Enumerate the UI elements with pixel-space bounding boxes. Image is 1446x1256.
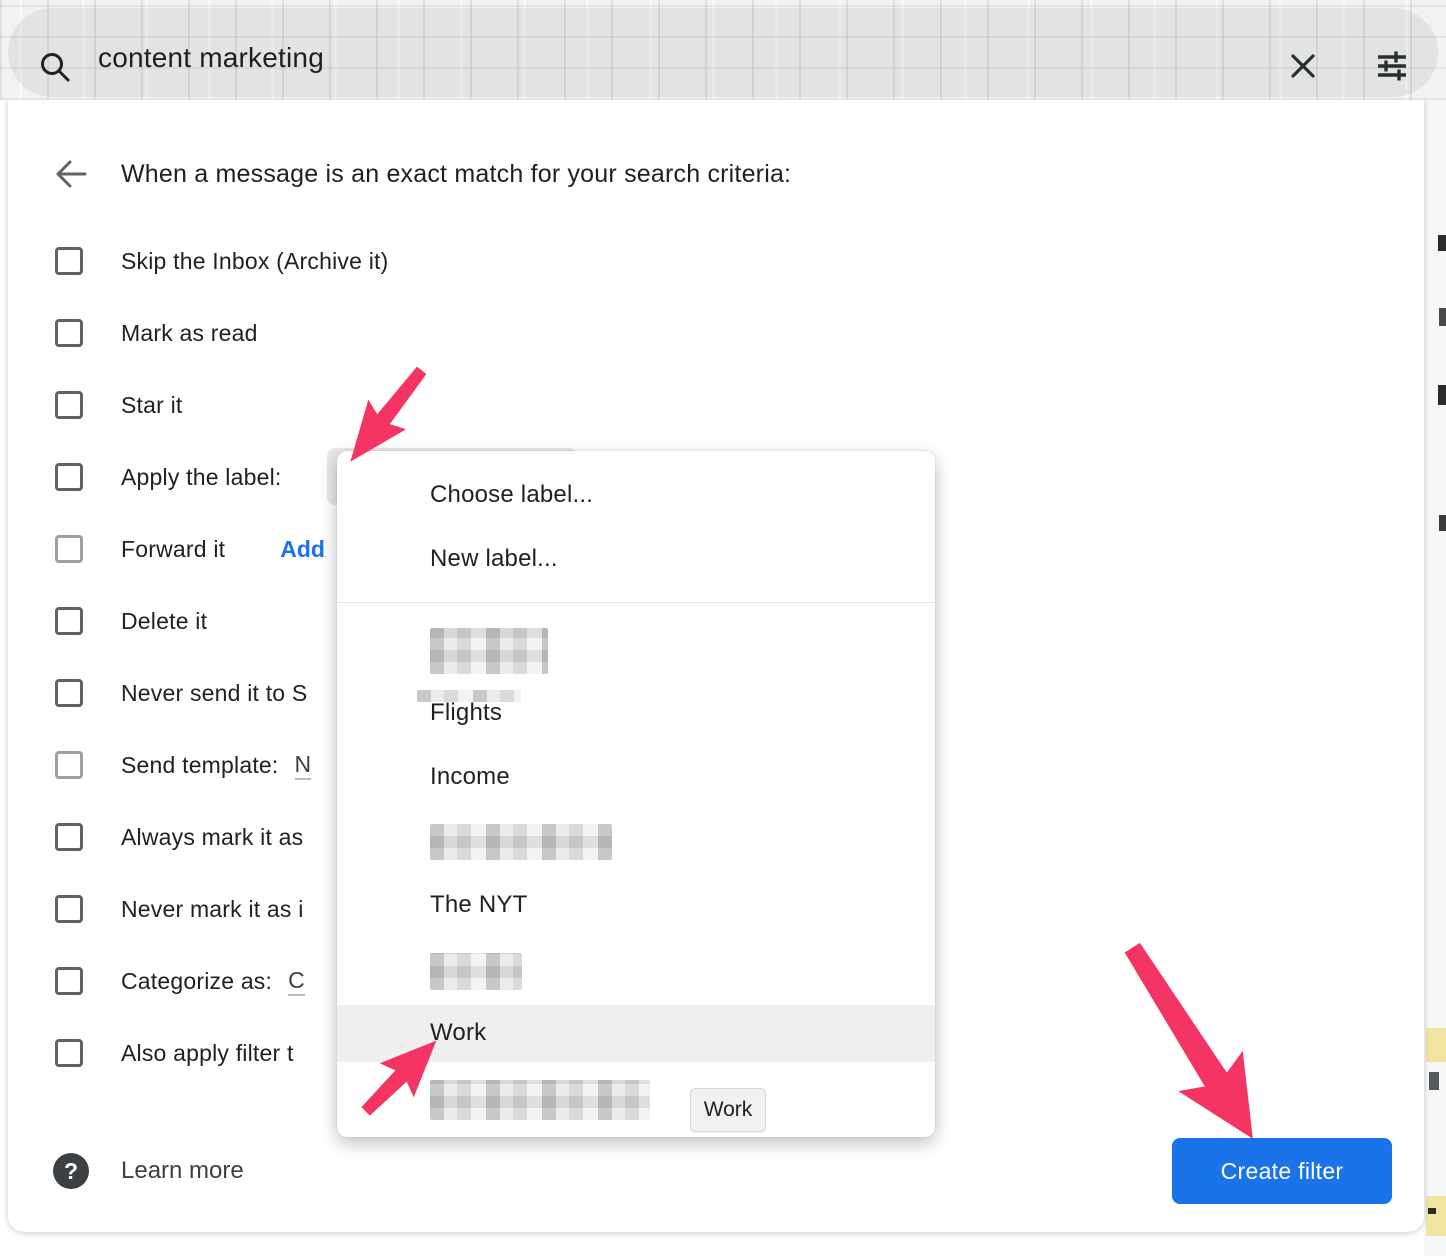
checkbox-never-spam[interactable] [55, 679, 83, 707]
checkbox-also-apply[interactable] [55, 1039, 83, 1067]
filter-row-apply-label: Apply the label: [55, 459, 281, 495]
search-input[interactable]: content marketing [8, 8, 1438, 97]
clear-search-button[interactable] [1285, 48, 1321, 84]
checkbox-categorize[interactable] [55, 967, 83, 995]
filter-row-send-template: Send template: N [55, 747, 311, 783]
panel-title: When a message is an exact match for you… [121, 155, 791, 193]
row-label: Always mark it as [121, 824, 303, 851]
background-email-list [1424, 100, 1446, 1256]
row-label: Forward it [121, 536, 225, 563]
menu-item-work[interactable]: Work [337, 1015, 935, 1051]
row-label: Send template: [121, 752, 279, 779]
choose-template-link[interactable]: N [295, 751, 312, 780]
search-query-text: content marketing [98, 8, 324, 108]
search-strip: content marketing [0, 0, 1446, 100]
row-label: Also apply filter t [121, 1040, 294, 1067]
filter-row-forward-it: Forward it Add [55, 531, 325, 567]
row-label: Categorize as: [121, 968, 272, 995]
checkbox-never-important[interactable] [55, 895, 83, 923]
filter-row-star-it: Star it [55, 387, 182, 423]
redacted-label[interactable] [430, 824, 612, 860]
back-button[interactable] [52, 156, 88, 192]
add-forwarding-address-link[interactable]: Add [280, 536, 325, 563]
redacted-label[interactable] [430, 628, 548, 674]
row-label: Delete it [121, 608, 207, 635]
close-icon [1285, 48, 1321, 84]
choose-category-link[interactable]: C [288, 967, 305, 996]
checkbox-send-template[interactable] [55, 751, 83, 779]
help-icon: ? [53, 1153, 89, 1189]
checkbox-apply-label[interactable] [55, 463, 83, 491]
menu-item-choose-label[interactable]: Choose label... [337, 475, 935, 515]
filter-row-never-important: Never mark it as i [55, 891, 304, 927]
menu-divider [337, 602, 935, 603]
row-label: Never mark it as i [121, 896, 304, 923]
row-label: Star it [121, 392, 182, 419]
checkbox-delete-it[interactable] [55, 607, 83, 635]
checkbox-forward-it[interactable] [55, 535, 83, 563]
create-filter-button[interactable]: Create filter [1172, 1138, 1392, 1204]
redacted-label[interactable] [430, 1080, 650, 1120]
checkbox-always-important[interactable] [55, 823, 83, 851]
checkbox-mark-as-read[interactable] [55, 319, 83, 347]
row-label: Skip the Inbox (Archive it) [121, 248, 388, 275]
filter-row-never-spam: Never send it to S [55, 675, 307, 711]
tune-sliders-icon [1374, 48, 1410, 84]
learn-more-link[interactable]: Learn more [121, 1153, 244, 1189]
work-tooltip: Work [690, 1088, 766, 1132]
filter-row-skip-inbox: Skip the Inbox (Archive it) [55, 243, 388, 279]
row-label: Never send it to S [121, 680, 307, 707]
back-arrow-icon [52, 156, 88, 192]
redacted-label[interactable] [430, 953, 522, 990]
search-match-highlight [1426, 1028, 1446, 1062]
search-match-highlight [1426, 1196, 1446, 1236]
menu-item-income[interactable]: Income [337, 759, 935, 795]
row-label: Mark as read [121, 320, 258, 347]
menu-item-the-nyt[interactable]: The NYT [337, 887, 935, 923]
filter-row-also-apply: Also apply filter t [55, 1035, 294, 1071]
filter-row-always-important: Always mark it as [55, 819, 303, 855]
filter-row-delete-it: Delete it [55, 603, 207, 639]
checkbox-skip-inbox[interactable] [55, 247, 83, 275]
filter-row-mark-as-read: Mark as read [55, 315, 258, 351]
search-options-button[interactable] [1374, 48, 1410, 84]
row-label: Apply the label: [121, 464, 281, 491]
search-icon [38, 50, 72, 84]
label-dropdown-menu: Choose label... New label... Flights Inc… [337, 451, 935, 1137]
menu-item-flights[interactable]: Flights [337, 695, 935, 731]
checkbox-star-it[interactable] [55, 391, 83, 419]
filter-row-categorize: Categorize as: C [55, 963, 305, 999]
menu-item-new-label[interactable]: New label... [337, 539, 935, 579]
